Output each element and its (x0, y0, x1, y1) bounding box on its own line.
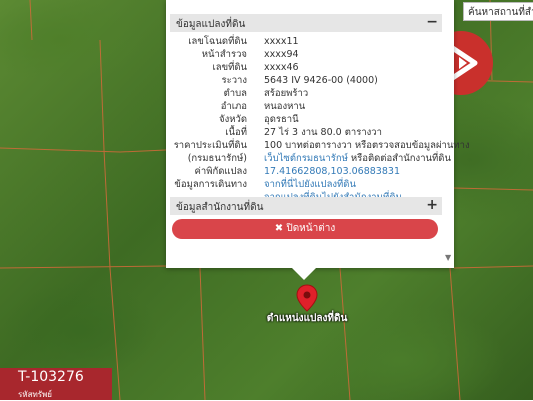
collapse-toggle[interactable]: − (426, 14, 438, 31)
info-row-deed-number: เลขโฉนดที่ดิน xxxx11 (170, 35, 442, 48)
land-info-header[interactable]: ข้อมูลแปลงที่ดิน − (170, 14, 442, 32)
land-info-title: ข้อมูลแปลงที่ดิน (176, 19, 246, 30)
popup-arrow (290, 266, 318, 280)
property-code-badge: T-103276 รหัสทรัพย์ (0, 368, 112, 400)
pin-label: ตำแหน่งแปลงที่ดิน (266, 313, 348, 324)
info-row-treasury: (กรมธนารักษ์) เว็บไซต์กรมธนารักษ์ หรือติ… (170, 152, 451, 165)
row-value: xxxx94 (264, 49, 299, 60)
row-label: เนื้อที่ (225, 127, 247, 138)
row-value: สร้อยพร้าว (264, 88, 309, 99)
row-label: เลขที่ดิน (212, 62, 248, 73)
row-value: xxxx11 (264, 36, 299, 47)
info-row-subdistrict: ตำบล สร้อยพร้าว (170, 87, 442, 100)
office-info-title: ข้อมูลสำนักงานที่ดิน (176, 202, 264, 213)
row-label: ข้อมูลการเดินทาง (174, 179, 247, 190)
row-value: 100 บาทต่อตารางวา หรือตรวจสอบข้อมูลผ่านท… (264, 140, 470, 151)
row-label: (กรมธนารักษ์) (187, 153, 247, 164)
info-row-coordinates: ค่าพิกัดแปลง 17.41662808,103.06883831 (170, 165, 442, 178)
row-label: ค่าพิกัดแปลง (194, 166, 248, 177)
row-label: เลขโฉนดที่ดิน (188, 36, 247, 47)
location-pin-icon[interactable] (296, 284, 318, 312)
row-value: หนองหาน (264, 101, 306, 112)
office-info-header[interactable]: ข้อมูลสำนักงานที่ดิน + (170, 197, 442, 215)
close-window-button[interactable]: ✖ ปิดหน้าต่าง (172, 219, 438, 239)
row-label: ตำบล (223, 88, 247, 99)
info-row-province: จังหวัด อุดรธานี (170, 113, 442, 126)
close-button-label: ปิดหน้าต่าง (286, 223, 336, 234)
directions-to-land-link[interactable]: จากที่นี่ไปยังแปลงที่ดิน (264, 178, 356, 191)
coordinates-link[interactable]: 17.41662808,103.06883831 (264, 165, 400, 178)
row-value: xxxx46 (264, 62, 299, 73)
row-value: เว็บไซต์กรมธนารักษ์ หรือติดต่อสำนักงานที… (264, 152, 451, 165)
info-row-district: อำเภอ หนองหาน (170, 100, 442, 113)
treasury-suffix: หรือติดต่อสำนักงานที่ดิน (347, 153, 451, 164)
info-row-land-number: เลขที่ดิน xxxx46 (170, 61, 442, 74)
info-row-map-sheet: ระวาง 5643 IV 9426-00 (4000) (170, 74, 442, 87)
row-value: 5643 IV 9426-00 (4000) (264, 75, 378, 86)
row-label: ระวาง (221, 75, 247, 86)
row-value: 27 ไร่ 3 งาน 80.0 ตารางวา (264, 127, 382, 138)
info-row-area: เนื้อที่ 27 ไร่ 3 งาน 80.0 ตารางวา (170, 126, 442, 139)
row-label: หน้าสำรวจ (201, 49, 247, 60)
info-row-directions: ข้อมูลการเดินทาง จากที่นี่ไปยังแปลงที่ดิ… (170, 178, 442, 191)
scroll-down-icon[interactable]: ▼ (445, 253, 451, 262)
property-code: T-103276 (18, 369, 84, 385)
row-label: อำเภอ (220, 101, 247, 112)
row-label: จังหวัด (219, 114, 247, 125)
search-input[interactable]: ค้นหาสถานที่สำคัญ (463, 2, 533, 21)
expand-toggle[interactable]: + (426, 197, 438, 214)
close-icon: ✖ (274, 223, 284, 234)
property-code-caption: รหัสทรัพย์ (18, 390, 52, 399)
info-row-survey-page: หน้าสำรวจ xxxx94 (170, 48, 442, 61)
info-row-appraised-price: ราคาประเมินที่ดิน 100 บาทต่อตารางวา หรือ… (170, 139, 470, 152)
row-value: อุดรธานี (264, 114, 299, 125)
treasury-website-link[interactable]: เว็บไซต์กรมธนารักษ์ (264, 153, 348, 164)
row-label: ราคาประเมินที่ดิน (173, 140, 247, 151)
